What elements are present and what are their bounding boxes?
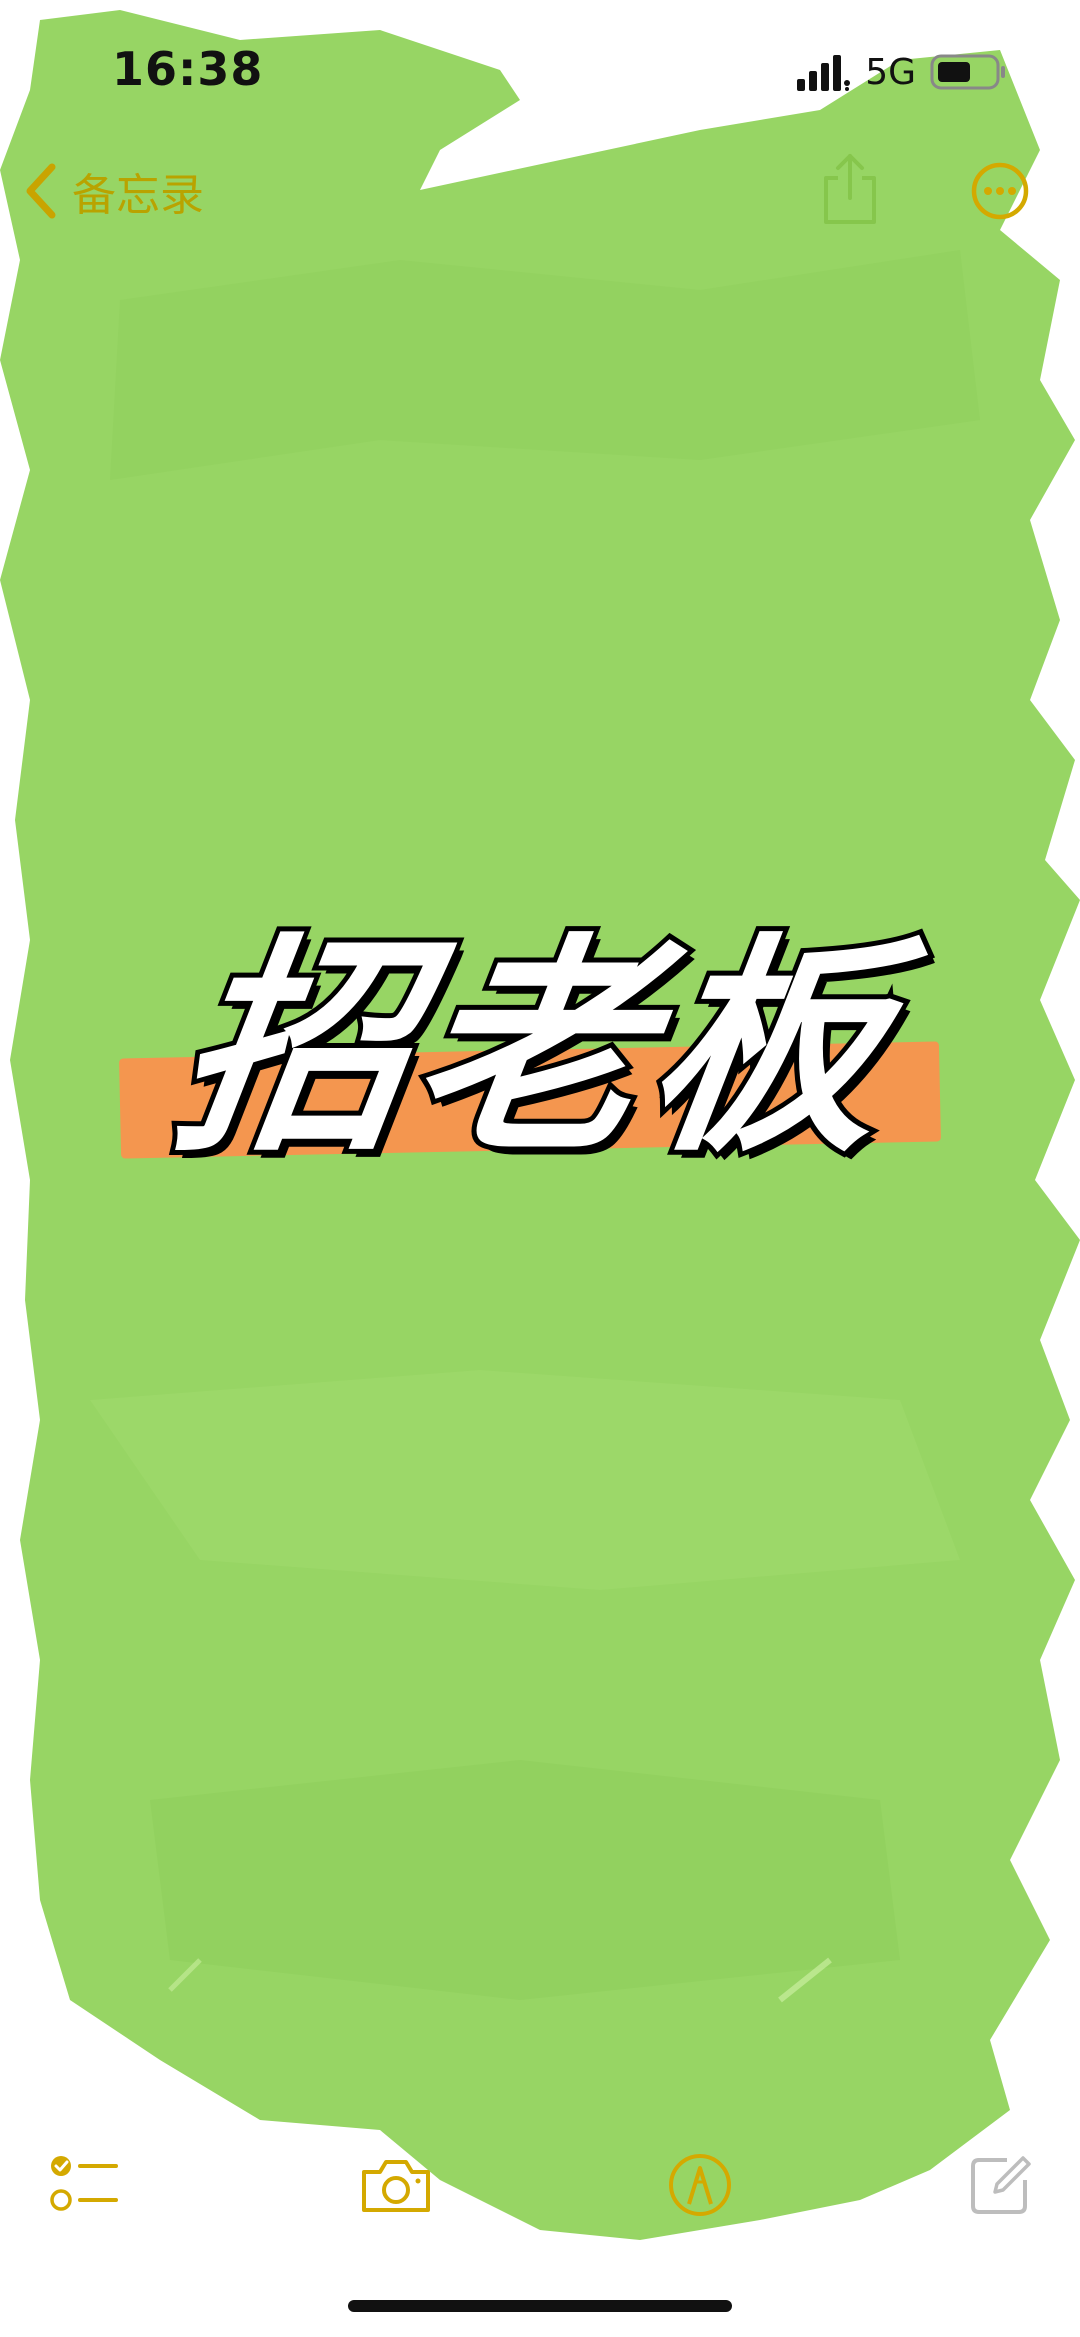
more-options-icon [971,162,1029,220]
share-button[interactable] [818,150,882,228]
note-headline-block: 招老板 [100,900,1000,1220]
camera-icon [362,2160,430,2212]
battery-icon [930,54,1005,90]
markup-pen-icon [669,2154,731,2216]
status-indicators: 5G [797,50,1008,94]
checklist-button[interactable] [44,2150,124,2220]
note-screen: 16:38 5G 备忘录 招老板 [0,0,1080,2337]
chevron-left-icon [26,163,56,219]
compose-icon [971,2156,1031,2214]
cellular-signal-icon [797,55,851,91]
note-headline[interactable]: 招老板 [156,911,912,1188]
markup-button[interactable] [660,2150,740,2220]
compose-button[interactable] [960,2150,1040,2220]
network-type-label: 5G [865,51,916,93]
checklist-icon [50,2156,118,2211]
back-button-label: 备忘录 [72,170,204,221]
camera-button[interactable] [356,2150,436,2220]
share-icon [824,154,876,224]
status-time: 16:38 [112,42,264,96]
home-indicator[interactable] [348,2300,732,2312]
more-options-button[interactable] [970,161,1030,221]
back-button[interactable]: 备忘录 [22,158,204,224]
